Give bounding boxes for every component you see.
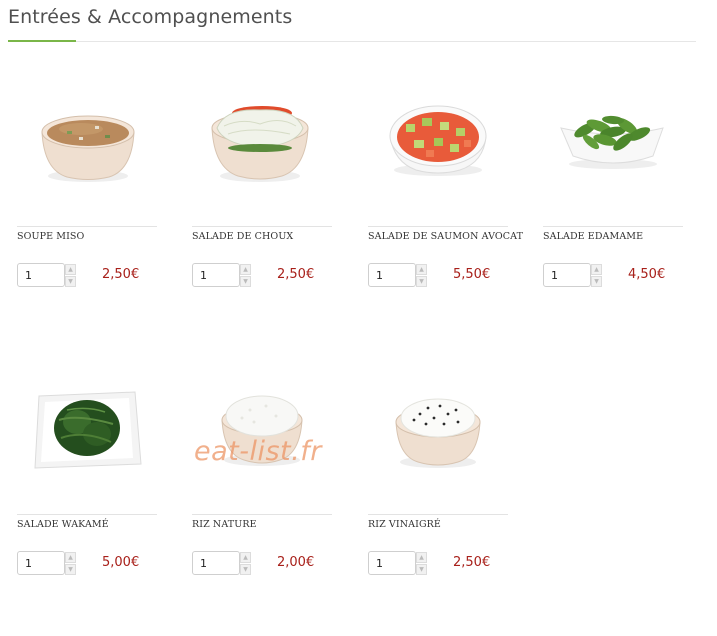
product-card-riz-nature: RIZ NATURE ▲ ▼ 2,00€ bbox=[192, 384, 342, 599]
quantity-input[interactable] bbox=[193, 552, 227, 574]
decrement-button[interactable]: ▼ bbox=[65, 564, 76, 575]
decrement-button[interactable]: ▼ bbox=[240, 276, 251, 287]
quantity-input[interactable] bbox=[369, 264, 403, 286]
vinegared-rice-bowl-image[interactable] bbox=[368, 384, 518, 510]
decrement-button[interactable]: ▼ bbox=[65, 276, 76, 287]
quantity-stepper[interactable]: ▲ ▼ bbox=[368, 263, 427, 287]
quantity-input[interactable] bbox=[544, 264, 578, 286]
product-name: RIZ VINAIGRÉ bbox=[368, 519, 441, 530]
quantity-input[interactable] bbox=[369, 552, 403, 574]
product-name: SOUPE MISO bbox=[17, 231, 85, 242]
name-divider bbox=[192, 514, 332, 515]
increment-button[interactable]: ▲ bbox=[591, 264, 602, 275]
cabbage-salad-bowl-image[interactable] bbox=[192, 96, 342, 222]
quantity-stepper[interactable]: ▲ ▼ bbox=[543, 263, 602, 287]
name-divider bbox=[368, 226, 508, 227]
product-card-salade-de-choux: SALADE DE CHOUX ▲ ▼ 2,50€ bbox=[192, 96, 342, 311]
salmon-avocado-salad-bowl-image[interactable] bbox=[368, 96, 518, 222]
product-name: SALADE DE CHOUX bbox=[192, 231, 294, 242]
decrement-button[interactable]: ▼ bbox=[591, 276, 602, 287]
decrement-button[interactable]: ▼ bbox=[416, 564, 427, 575]
quantity-input[interactable] bbox=[18, 552, 52, 574]
quantity-stepper[interactable]: ▲ ▼ bbox=[17, 263, 76, 287]
product-price: 2,50€ bbox=[102, 267, 140, 282]
product-card-salade-de-saumon-avocat: SALADE DE SAUMON AVOCAT ▲ ▼ 5,50€ bbox=[368, 96, 524, 311]
name-divider bbox=[192, 226, 332, 227]
product-card-salade-wakame: SALADE WAKAMÉ ▲ ▼ 5,00€ bbox=[17, 384, 167, 599]
quantity-stepper[interactable]: ▲ ▼ bbox=[17, 551, 76, 575]
product-name: SALADE WAKAMÉ bbox=[17, 519, 109, 530]
product-card-soupe-miso: SOUPE MISO ▲ ▼ 2,50€ bbox=[17, 96, 167, 311]
quantity-stepper[interactable]: ▲ ▼ bbox=[192, 551, 251, 575]
section-header: Entrées & Accompagnements bbox=[8, 0, 696, 42]
product-price: 5,00€ bbox=[102, 555, 140, 570]
product-price: 2,50€ bbox=[277, 267, 315, 282]
product-price: 5,50€ bbox=[453, 267, 491, 282]
increment-button[interactable]: ▲ bbox=[416, 264, 427, 275]
name-divider bbox=[17, 226, 157, 227]
title-underline-accent bbox=[8, 40, 76, 42]
product-card-salade-edamame: SALADE EDAMAME ▲ ▼ 4,50€ bbox=[543, 96, 693, 311]
product-price: 2,50€ bbox=[453, 555, 491, 570]
name-divider bbox=[543, 226, 683, 227]
increment-button[interactable]: ▲ bbox=[240, 264, 251, 275]
product-price: 2,00€ bbox=[277, 555, 315, 570]
increment-button[interactable]: ▲ bbox=[65, 264, 76, 275]
name-divider bbox=[17, 514, 157, 515]
product-price: 4,50€ bbox=[628, 267, 666, 282]
decrement-button[interactable]: ▼ bbox=[240, 564, 251, 575]
watermark: eat-list.fr bbox=[194, 436, 322, 467]
decrement-button[interactable]: ▼ bbox=[416, 276, 427, 287]
edamame-dish-image[interactable] bbox=[543, 96, 693, 222]
product-name: SALADE EDAMAME bbox=[543, 231, 644, 242]
wakame-plate-image[interactable] bbox=[17, 384, 167, 510]
product-name: SALADE DE SAUMON AVOCAT bbox=[368, 231, 524, 242]
name-divider bbox=[368, 514, 508, 515]
increment-button[interactable]: ▲ bbox=[416, 552, 427, 563]
miso-soup-bowl-image[interactable] bbox=[17, 96, 167, 222]
increment-button[interactable]: ▲ bbox=[240, 552, 251, 563]
section-title: Entrées & Accompagnements bbox=[8, 6, 293, 28]
increment-button[interactable]: ▲ bbox=[65, 552, 76, 563]
product-card-riz-vinaigre: RIZ VINAIGRÉ ▲ ▼ 2,50€ bbox=[368, 384, 518, 599]
quantity-stepper[interactable]: ▲ ▼ bbox=[192, 263, 251, 287]
product-name: RIZ NATURE bbox=[192, 519, 257, 530]
quantity-stepper[interactable]: ▲ ▼ bbox=[368, 551, 427, 575]
quantity-input[interactable] bbox=[18, 264, 52, 286]
quantity-input[interactable] bbox=[193, 264, 227, 286]
